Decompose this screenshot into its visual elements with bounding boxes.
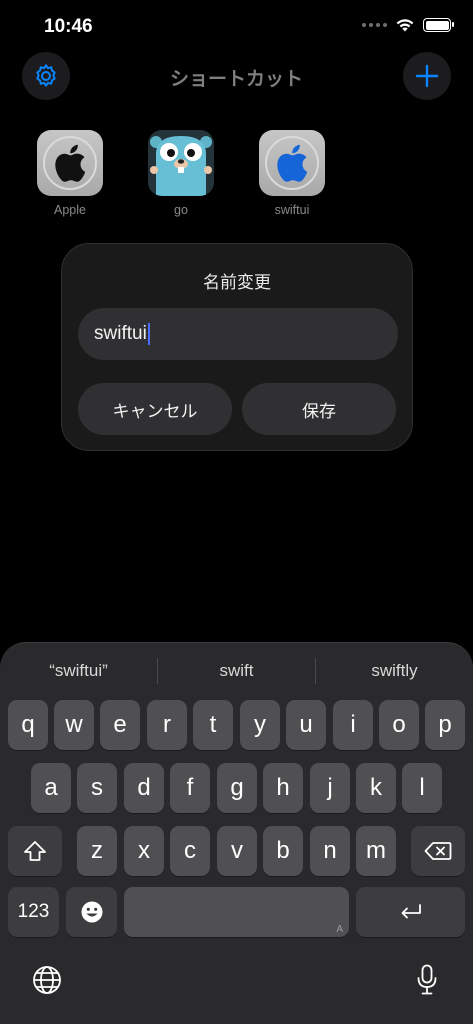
key-z[interactable]: z bbox=[77, 826, 117, 876]
shortcut-swiftui[interactable]: swiftui bbox=[252, 130, 332, 217]
shortcut-apple[interactable]: Apple bbox=[30, 130, 110, 217]
key-l[interactable]: l bbox=[402, 763, 442, 813]
wifi-icon bbox=[396, 19, 414, 32]
signal-icon bbox=[362, 23, 387, 27]
dictation-button[interactable] bbox=[410, 963, 444, 997]
key-x[interactable]: x bbox=[124, 826, 164, 876]
status-bar: 10:46 bbox=[0, 0, 473, 54]
key-d[interactable]: d bbox=[124, 763, 164, 813]
key-h[interactable]: h bbox=[263, 763, 303, 813]
globe-icon bbox=[33, 966, 61, 994]
status-icons bbox=[362, 18, 454, 32]
key-i[interactable]: i bbox=[333, 700, 373, 750]
key-m[interactable]: m bbox=[356, 826, 396, 876]
cancel-button[interactable]: キャンセル bbox=[78, 383, 232, 435]
key-o[interactable]: o bbox=[379, 700, 419, 750]
plus-icon bbox=[415, 64, 439, 88]
battery-icon bbox=[423, 18, 454, 32]
space-key-hint: A bbox=[336, 924, 343, 935]
suggestion-bar: “swiftui” swift swiftly bbox=[0, 655, 473, 687]
key-t[interactable]: t bbox=[193, 700, 233, 750]
key-q[interactable]: q bbox=[8, 700, 48, 750]
suggestion-item[interactable]: swiftly bbox=[316, 655, 473, 687]
globe-button[interactable] bbox=[30, 963, 64, 997]
shift-key[interactable] bbox=[8, 826, 62, 876]
shift-icon bbox=[24, 841, 46, 861]
delete-key[interactable] bbox=[411, 826, 465, 876]
shortcut-label: swiftui bbox=[274, 203, 310, 217]
delete-icon bbox=[424, 842, 452, 860]
emoji-icon bbox=[81, 901, 102, 923]
page-title: ショートカット bbox=[169, 69, 303, 90]
apple-logo-icon bbox=[259, 130, 325, 196]
dialog-title: 名前変更 bbox=[203, 273, 271, 292]
key-r[interactable]: r bbox=[147, 700, 187, 750]
key-k[interactable]: k bbox=[356, 763, 396, 813]
return-icon bbox=[401, 904, 421, 919]
save-button[interactable]: 保存 bbox=[242, 383, 396, 435]
key-u[interactable]: u bbox=[286, 700, 326, 750]
text-cursor bbox=[147, 323, 150, 345]
key-s[interactable]: s bbox=[77, 763, 117, 813]
key-v[interactable]: v bbox=[217, 826, 257, 876]
gopher-icon bbox=[148, 130, 214, 196]
key-p[interactable]: p bbox=[425, 700, 465, 750]
key-j[interactable]: j bbox=[310, 763, 350, 813]
key-g[interactable]: g bbox=[217, 763, 257, 813]
name-input[interactable]: swiftui bbox=[78, 308, 398, 360]
add-button[interactable] bbox=[403, 52, 451, 100]
key-y[interactable]: y bbox=[240, 700, 280, 750]
return-key[interactable] bbox=[356, 887, 465, 937]
key-e[interactable]: e bbox=[100, 700, 140, 750]
name-input-value: swiftui bbox=[94, 323, 147, 344]
shortcut-label: Apple bbox=[54, 203, 86, 217]
shortcut-label: go bbox=[174, 203, 188, 217]
key-a[interactable]: a bbox=[31, 763, 71, 813]
suggestion-item[interactable]: swift bbox=[158, 655, 315, 687]
space-key[interactable]: A bbox=[124, 887, 349, 937]
key-n[interactable]: n bbox=[310, 826, 350, 876]
emoji-key[interactable] bbox=[66, 887, 117, 937]
keyboard: “swiftui” swift swiftly q w e r t y u i … bbox=[0, 642, 473, 1024]
status-time: 10:46 bbox=[44, 16, 93, 37]
numbers-key[interactable]: 123 bbox=[8, 887, 59, 937]
apple-logo-icon bbox=[37, 130, 103, 196]
key-f[interactable]: f bbox=[170, 763, 210, 813]
shortcut-go[interactable]: go bbox=[141, 130, 221, 217]
microphone-icon bbox=[417, 964, 437, 995]
key-w[interactable]: w bbox=[54, 700, 94, 750]
suggestion-item[interactable]: “swiftui” bbox=[0, 655, 157, 687]
key-c[interactable]: c bbox=[170, 826, 210, 876]
key-b[interactable]: b bbox=[263, 826, 303, 876]
nav-bar: ショートカット bbox=[0, 52, 473, 102]
rename-dialog: 名前変更 swiftui キャンセル 保存 bbox=[61, 243, 413, 451]
